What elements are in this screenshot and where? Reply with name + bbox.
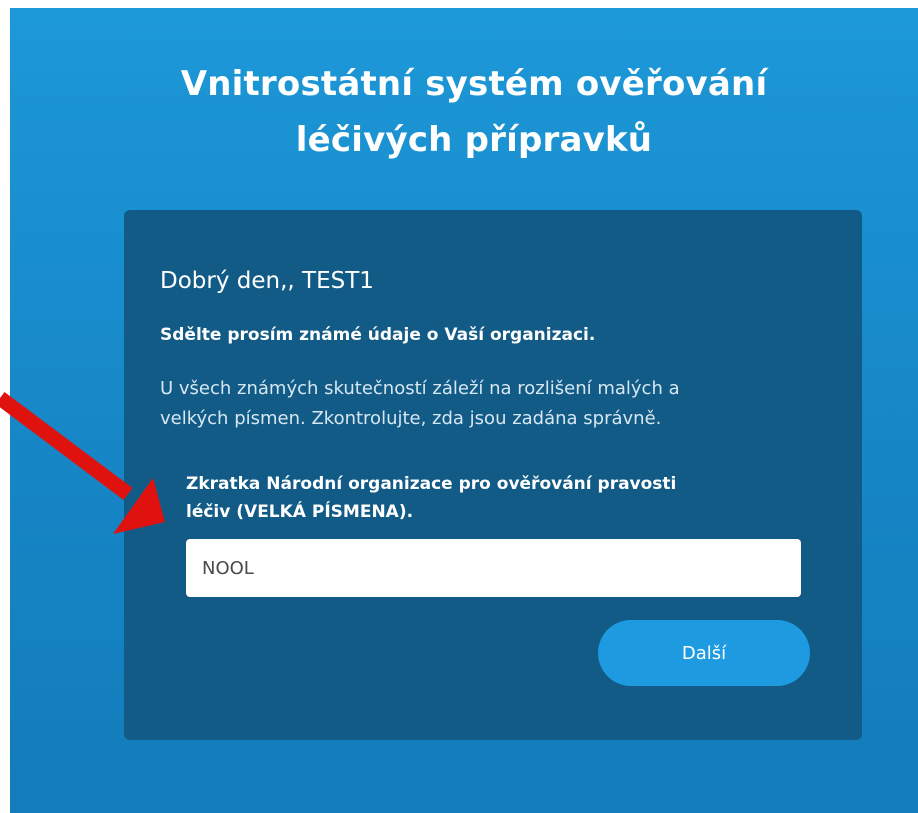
arrow-shaft	[0, 392, 133, 500]
red-arrow-icon	[0, 392, 165, 534]
screenshot: Vnitrostátní systém ověřování léčivých p…	[0, 0, 918, 813]
